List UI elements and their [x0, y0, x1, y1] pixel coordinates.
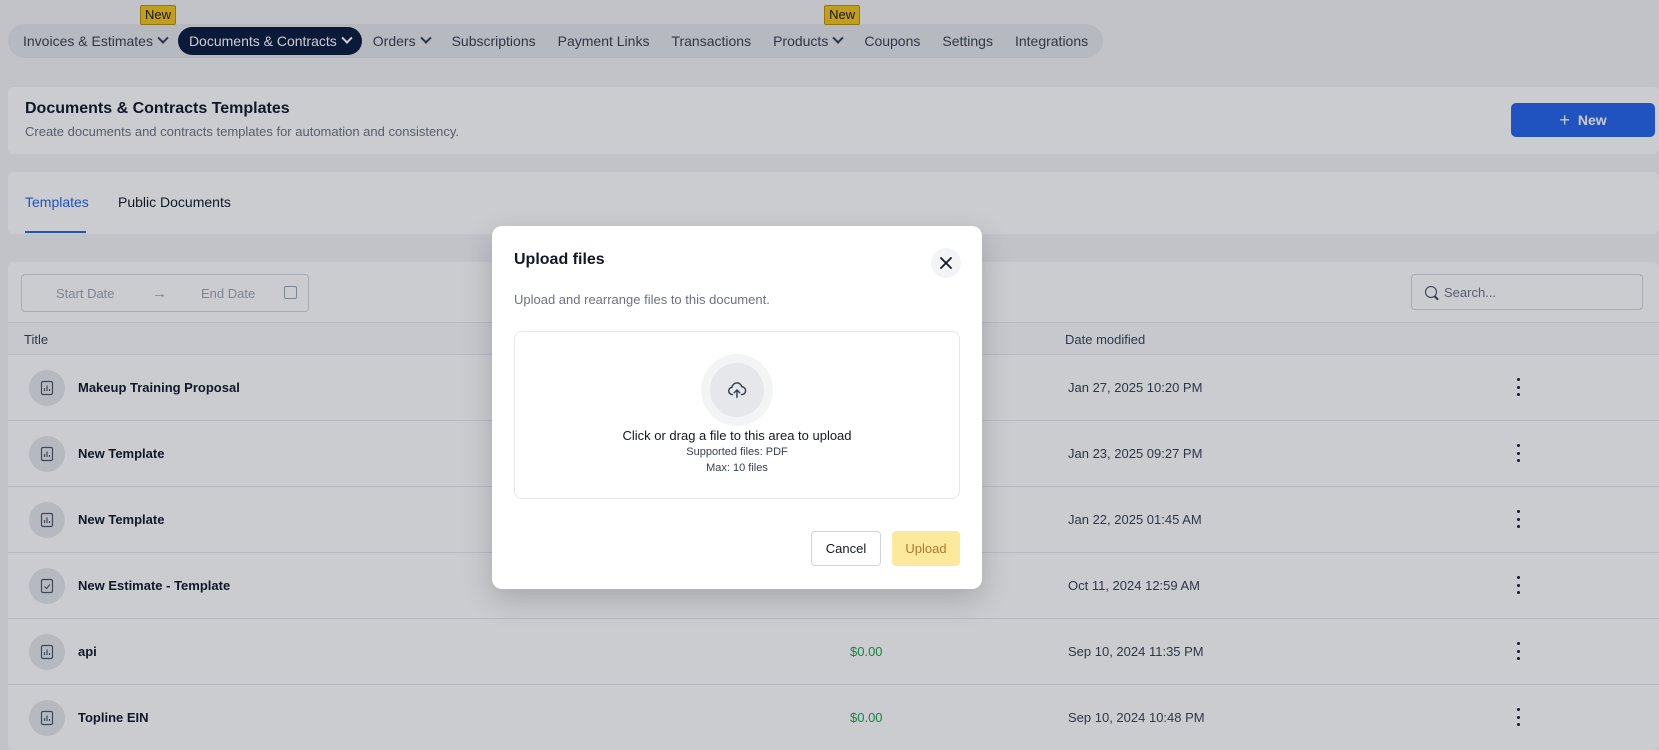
modal-description: Upload and rearrange files to this docum…: [514, 292, 770, 307]
upload-icon-wrapper: [701, 354, 773, 426]
file-dropzone[interactable]: Click or drag a file to this area to upl…: [514, 331, 960, 499]
max-files-text: Max: 10 files: [706, 462, 768, 474]
modal-title: Upload files: [514, 251, 605, 268]
dropzone-instructions: Click or drag a file to this area to upl…: [622, 428, 852, 443]
close-icon: [940, 257, 952, 269]
supported-files-text: Supported files: PDF: [686, 446, 788, 458]
upload-files-modal: Upload files Upload and rearrange files …: [492, 226, 982, 589]
cancel-button[interactable]: Cancel: [811, 531, 881, 566]
upload-button[interactable]: Upload: [892, 531, 960, 566]
cloud-upload-icon: [710, 363, 764, 417]
close-button[interactable]: [931, 248, 961, 278]
